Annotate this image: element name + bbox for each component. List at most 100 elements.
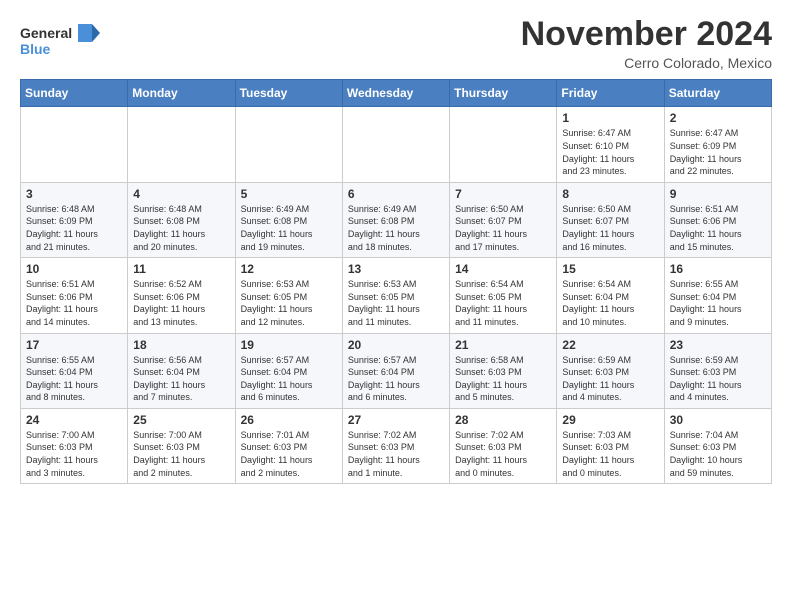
day-cell <box>21 107 128 182</box>
sunset-info: Sunset: 6:09 PM <box>670 141 737 151</box>
day-cell <box>342 107 449 182</box>
daylight-hours: Daylight: 11 hours <box>26 304 98 314</box>
sunset-info: Sunset: 6:04 PM <box>670 292 737 302</box>
day-cell: 23Sunrise: 6:59 AMSunset: 6:03 PMDayligh… <box>664 333 771 408</box>
day-info: Sunrise: 6:55 AMSunset: 6:04 PMDaylight:… <box>26 354 122 404</box>
daylight-minutes: and 20 minutes. <box>133 242 197 252</box>
sunset-info: Sunset: 6:04 PM <box>348 367 415 377</box>
daylight-hours: Daylight: 11 hours <box>455 455 527 465</box>
day-number: 3 <box>26 187 122 201</box>
day-info: Sunrise: 6:49 AMSunset: 6:08 PMDaylight:… <box>241 203 337 253</box>
day-info: Sunrise: 6:50 AMSunset: 6:07 PMDaylight:… <box>455 203 551 253</box>
weekday-header-row: SundayMondayTuesdayWednesdayThursdayFrid… <box>21 80 772 107</box>
sunset-info: Sunset: 6:09 PM <box>26 216 93 226</box>
sunrise-info: Sunrise: 7:03 AM <box>562 430 631 440</box>
daylight-minutes: and 22 minutes. <box>670 166 734 176</box>
day-cell: 26 Sunrise: 7:01 AMSunset: 6:03 PMDayligh… <box>235 408 342 483</box>
week-row-4: 17Sunrise: 6:55 AMSunset: 6:04 PMDayligh… <box>21 333 772 408</box>
daylight-hours: Daylight: 11 hours <box>455 304 527 314</box>
day-number: 21 <box>455 338 551 352</box>
day-cell: 29 Sunrise: 7:03 AM Sunset: 6:03 PM Dayligh… <box>557 408 664 483</box>
sunrise-info: Sunrise: 6:53 AM <box>348 279 417 289</box>
day-cell: 1Sunrise: 6:47 AMSunset: 6:10 PMDaylight… <box>557 107 664 182</box>
sunset-info: Sunset: 6:06 PM <box>670 216 737 226</box>
sunrise-info: Sunrise: 7:02 AM <box>348 430 417 440</box>
weekday-header-friday: Friday <box>557 80 664 107</box>
daylight-minutes: and 7 minutes. <box>133 392 192 402</box>
sunrise-info: Sunrise: 6:55 AM <box>26 355 95 365</box>
sunset-info: Sunset: 6:04 PM <box>133 367 200 377</box>
day-number: 7 <box>455 187 551 201</box>
daylight-hours: Daylight: 11 hours <box>26 455 98 465</box>
sunset-info: Sunset: 6:03 PM <box>455 442 522 452</box>
daylight-hours: Daylight: 11 hours <box>562 455 634 465</box>
sunset-info: Sunset: 6:03 PM <box>562 442 629 452</box>
sunrise-info: Sunrise: 6:58 AM <box>455 355 524 365</box>
daylight-hours: Daylight: 11 hours <box>133 380 205 390</box>
day-cell: 27Sunrise: 7:02 AMSunset: 6:03 PMDayligh… <box>342 408 449 483</box>
week-row-5: 24 Sunrise: 7:00 AMSunset: 6:03 PMDayligh… <box>21 408 772 483</box>
day-number: 10 <box>26 262 122 276</box>
sunset-info: Sunset: 6:05 PM <box>455 292 522 302</box>
day-info: Sunrise: 6:59 AMSunset: 6:03 PMDaylight:… <box>670 354 766 404</box>
sunset-info: Sunset: 6:06 PM <box>26 292 93 302</box>
day-number: 4 <box>133 187 229 201</box>
sunset-info: Sunset: 6:03 PM <box>133 442 200 452</box>
day-number: 11 <box>133 262 229 276</box>
daylight-hours: Daylight: 11 hours <box>133 455 205 465</box>
day-number: 24 <box>26 413 122 427</box>
daylight-hours: Daylight: 11 hours <box>241 380 313 390</box>
sunset-info: Sunset: 6:10 PM <box>562 141 629 151</box>
sunrise-info: Sunrise: 6:54 AM <box>562 279 631 289</box>
sunrise-info: Sunrise: 6:49 AM <box>241 204 310 214</box>
day-info: Sunrise: 6:55 AMSunset: 6:04 PMDaylight:… <box>670 278 766 328</box>
day-info: Sunrise: 6:53 AMSunset: 6:05 PMDaylight:… <box>241 278 337 328</box>
daylight-minutes: and 9 minutes. <box>670 317 729 327</box>
day-number: 14 <box>455 262 551 276</box>
daylight-minutes: and 11 minutes. <box>455 317 518 327</box>
day-info: Sunrise: 6:57 AMSunset: 6:04 PMDaylight:… <box>348 354 444 404</box>
daylight-minutes: and 6 minutes. <box>348 392 407 402</box>
weekday-header-saturday: Saturday <box>664 80 771 107</box>
day-info: Sunrise: 7:02 AMSunset: 6:03 PMDaylight:… <box>348 429 444 479</box>
day-info: Sunrise: 6:50 AMSunset: 6:07 PMDaylight:… <box>562 203 658 253</box>
day-number: 30 <box>670 413 766 427</box>
day-info: Sunrise: 6:47 AMSunset: 6:09 PMDaylight:… <box>670 127 766 177</box>
daylight-minutes: and 13 minutes. <box>133 317 197 327</box>
title-block: November 2024 Cerro Colorado, Mexico <box>521 16 772 71</box>
day-number: 26 <box>241 413 337 427</box>
daylight-minutes: and 5 minutes. <box>455 392 514 402</box>
daylight-minutes: and 15 minutes. <box>670 242 734 252</box>
daylight-minutes: and 11 minutes. <box>348 317 411 327</box>
daylight-minutes: and 16 minutes. <box>562 242 626 252</box>
daylight-hours: Daylight: 11 hours <box>348 304 420 314</box>
daylight-hours: Daylight: 11 hours <box>562 380 634 390</box>
day-info: Sunrise: 6:48 AMSunset: 6:09 PMDaylight:… <box>26 203 122 253</box>
svg-text:General: General <box>20 25 72 41</box>
sunrise-info: Sunrise: 6:47 AM <box>670 128 739 138</box>
day-cell: 2Sunrise: 6:47 AMSunset: 6:09 PMDaylight… <box>664 107 771 182</box>
day-cell: 11Sunrise: 6:52 AMSunset: 6:06 PMDayligh… <box>128 258 235 333</box>
day-number: 29 <box>562 413 658 427</box>
day-cell: 17Sunrise: 6:55 AMSunset: 6:04 PMDayligh… <box>21 333 128 408</box>
calendar-page: General Blue November 2024 Cerro Colorad… <box>0 0 792 504</box>
day-cell: 18Sunrise: 6:56 AMSunset: 6:04 PMDayligh… <box>128 333 235 408</box>
day-cell <box>128 107 235 182</box>
day-info: Sunrise: 7:01 AMSunset: 6:03 PMDaylight:… <box>241 429 337 479</box>
day-cell: 25Sunrise: 7:00 AMSunset: 6:03 PMDayligh… <box>128 408 235 483</box>
day-number: 15 <box>562 262 658 276</box>
sunrise-info: Sunrise: 6:57 AM <box>348 355 417 365</box>
day-info: Sunrise: 6:48 AMSunset: 6:08 PMDaylight:… <box>133 203 229 253</box>
sunset-info: Sunset: 6:06 PM <box>133 292 200 302</box>
daylight-minutes: and 0 minutes. <box>562 468 621 478</box>
daylight-hours: Daylight: 11 hours <box>562 154 634 164</box>
svg-text:Blue: Blue <box>20 41 51 57</box>
day-cell: 24Sunrise: 7:00 AMSunset: 6:03 PMDayligh… <box>21 408 128 483</box>
day-number: 12 <box>241 262 337 276</box>
day-cell: 5Sunrise: 6:49 AMSunset: 6:08 PMDaylight… <box>235 182 342 257</box>
day-info: Sunrise: 7:03 AM Sunset: 6:03 PM Daylight:… <box>562 429 658 479</box>
day-number: 1 <box>562 111 658 125</box>
daylight-hours: Daylight: 11 hours <box>241 304 313 314</box>
week-row-2: 3 Sunrise: 6:48 AMSunset: 6:09 PMDaylight… <box>21 182 772 257</box>
day-info: Sunrise: 7:00 AMSunset: 6:03 PMDaylight:… <box>133 429 229 479</box>
